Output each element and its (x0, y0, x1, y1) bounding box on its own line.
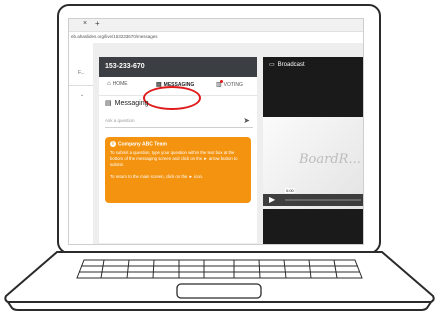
play-icon[interactable]: ▶ (269, 195, 275, 204)
instructions-title: i Company ABC Team (110, 141, 246, 147)
chat-icon: ▤ (105, 100, 112, 107)
instructions-body: To submit a question, type your question… (110, 150, 238, 168)
question-input-placeholder: Ask a question (105, 118, 135, 123)
web-page: F... ⌄ 153-233-670 ⌂ HOME ▤ MESSAGING ▥ VOT… (69, 43, 363, 244)
broadcast-title: ▭ Broadcast (269, 61, 305, 68)
info-icon: i (110, 141, 116, 147)
sidebar-item[interactable]: F... (78, 70, 85, 76)
panel-nav: ⌂ HOME ▤ MESSAGING ▥ VOTING (99, 77, 257, 110)
question-input[interactable]: Ask a question ➤ (105, 115, 253, 128)
messaging-title-text: Messaging (114, 100, 149, 107)
video-controls: ▶ 0:00 (263, 188, 363, 206)
laptop-screen: × + eb.ahaslides.org/live/153233670/mess… (68, 18, 364, 245)
instructions-card: i Company ABC Team To submit a question, … (105, 137, 251, 203)
event-panel: 153-233-670 ⌂ HOME ▤ MESSAGING ▥ VOTING ▤ Me… (99, 57, 257, 243)
tab-home[interactable]: ⌂ HOME (107, 81, 128, 87)
instructions-footer: To return to the main screen, click on t… (110, 174, 204, 180)
highlight-circle (143, 86, 201, 110)
tab-home-label: HOME (112, 81, 128, 87)
laptop-base (4, 251, 435, 311)
page-sidebar: F... ⌄ (69, 43, 93, 244)
event-code: 153-233-670 (99, 57, 257, 77)
video-progress-bar[interactable] (285, 199, 361, 201)
address-bar[interactable]: eb.ahaslides.org/live/153233670/messages (69, 32, 363, 42)
broadcast-panel: ▭ Broadcast BoardR... ▶ 0:00 (263, 57, 363, 244)
broadcast-title-text: Broadcast (277, 62, 305, 68)
tab-close-icon[interactable]: × (83, 20, 87, 27)
video-player[interactable]: BoardR... ▶ 0:00 (263, 117, 363, 209)
sidebar-divider (69, 85, 93, 86)
home-icon: ⌂ (107, 81, 111, 87)
browser-tab-bar: × + (69, 19, 363, 32)
send-icon[interactable]: ➤ (243, 115, 250, 127)
messaging-title: ▤ Messaging (105, 99, 148, 107)
voting-notification-dot (220, 80, 223, 83)
video-logo: BoardR... (299, 152, 361, 167)
video-time: 0:00 (285, 188, 295, 193)
touchpad (176, 283, 262, 299)
tab-voting-label: VOTING (223, 82, 243, 88)
cast-icon: ▭ (269, 62, 275, 68)
instructions-title-text: Company ABC Team (118, 141, 167, 148)
new-tab-icon[interactable]: + (95, 19, 100, 28)
sidebar-chevron-icon[interactable]: ⌄ (80, 92, 84, 98)
